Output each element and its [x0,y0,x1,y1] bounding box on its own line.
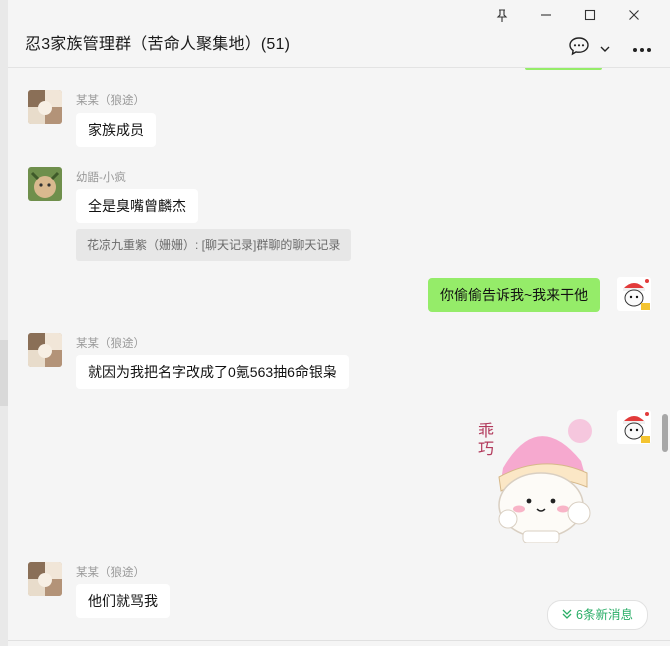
window-controls [480,6,656,24]
new-messages-button[interactable]: 6条新消息 [547,600,648,630]
sticker-caption: 乖巧 [478,423,495,458]
message-bubble-self[interactable]: 你偷偷告诉我~我来干他 [428,278,601,312]
input-area-edge [8,641,670,646]
left-panel-mark [0,340,8,406]
pin-icon[interactable] [480,6,524,24]
header-actions [568,36,652,61]
avatar[interactable] [28,90,62,124]
sender-name: 幼鼯-小疯 [76,172,126,184]
scrollbar-thumb[interactable] [662,414,668,452]
message-bubble[interactable]: 全是臭嘴曾麟杰 [76,189,198,223]
avatar[interactable] [28,562,62,596]
chat-bubble-icon[interactable] [568,36,590,61]
avatar-self[interactable] [617,277,651,311]
sender-name: 某某（狼途） [76,567,145,579]
chevron-down-icon[interactable] [600,40,610,58]
double-chevron-down-icon [562,601,572,629]
close-icon[interactable] [612,6,656,24]
quoted-message[interactable]: 花凉九重紫（姗姗）: [聊天记录]群聊的聊天记录 [76,229,352,261]
avatar-self[interactable] [617,410,651,444]
message-bubble[interactable]: 就因为我把名字改成了0氪563抽6命银枭 [76,355,349,389]
minimize-icon[interactable] [524,6,568,24]
message-bubble[interactable]: 他们就骂我 [76,584,170,618]
sender-name: 某某（狼途） [76,338,145,350]
more-icon[interactable] [632,40,652,58]
sender-name: 某某（狼途） [76,95,145,107]
avatar[interactable] [28,167,62,201]
chat-header: 忍3家族管理群（苦命人聚集地）(51) [8,0,670,68]
avatar[interactable] [28,333,62,367]
previous-bubble-edge [525,68,602,70]
chat-title: 忍3家族管理群（苦命人聚集地）(51) [25,36,291,53]
message-bubble[interactable]: 家族成员 [76,113,156,147]
message-list[interactable]: 某某（狼途） 家族成员 幼鼯-小疯 全是臭嘴曾麟杰 花凉九重紫（姗姗）: [聊天… [8,68,670,640]
new-messages-label: 6条新消息 [576,608,633,622]
left-panel-edge [0,0,8,646]
maximize-icon[interactable] [568,6,612,24]
